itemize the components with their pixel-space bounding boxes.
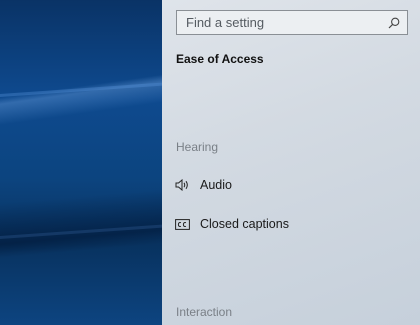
search-icon[interactable] <box>387 16 401 30</box>
desktop-wallpaper <box>0 0 180 325</box>
wallpaper-light-streak <box>0 81 180 98</box>
search-placeholder: Find a setting <box>186 15 265 30</box>
nav-item-audio[interactable]: Audio <box>174 174 404 196</box>
closed-captions-icon <box>174 217 190 231</box>
nav-item-closed-captions[interactable]: Closed captions <box>174 213 404 235</box>
search-input[interactable]: Find a setting <box>176 10 408 35</box>
section-label-interaction: Interaction <box>176 305 233 319</box>
nav-item-label: Closed captions <box>200 217 289 231</box>
section-label-hearing: Hearing <box>176 140 219 154</box>
wallpaper-light-streak <box>0 223 180 240</box>
nav-item-label: Audio <box>200 178 232 192</box>
settings-panel: Find a setting Ease of Access Hearing Au… <box>162 0 420 325</box>
page-title: Ease of Access <box>176 52 264 66</box>
speaker-icon <box>174 178 190 192</box>
